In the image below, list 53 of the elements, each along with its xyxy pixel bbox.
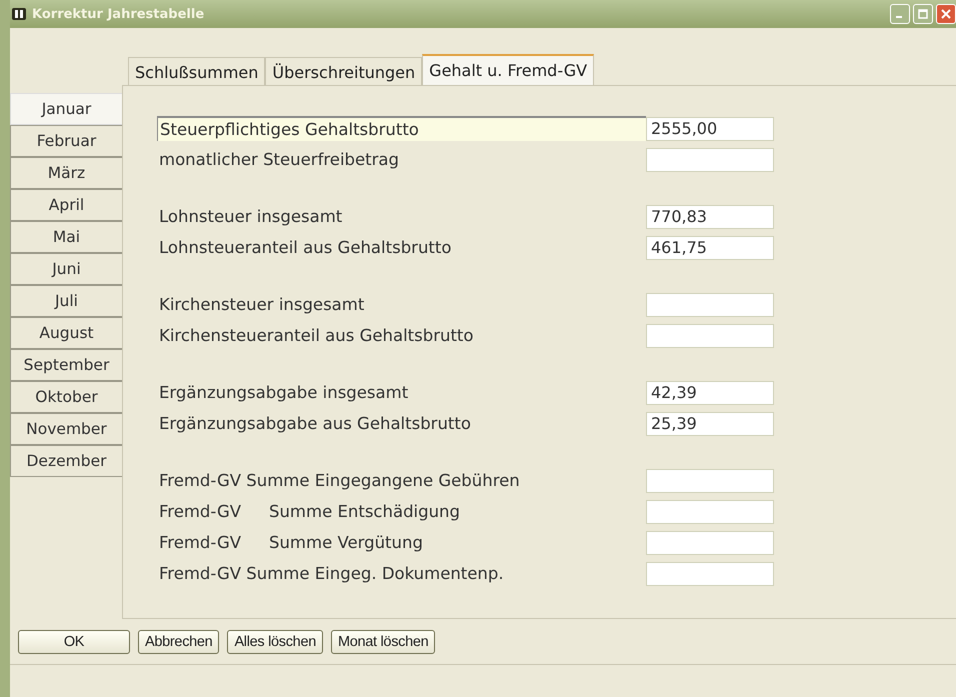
label-detail: Summe Vergütung — [269, 533, 423, 552]
input-field[interactable]: 42,39 — [646, 380, 774, 404]
input-field[interactable] — [646, 148, 774, 172]
field-label: Lohnsteueranteil aus Gehaltsbrutto — [158, 237, 452, 259]
app-icon — [12, 8, 26, 20]
input-field[interactable]: 25,39 — [646, 412, 774, 436]
input-field[interactable] — [646, 530, 774, 554]
month-tab[interactable]: August — [10, 317, 122, 349]
field-label: Ergänzungsabgabe aus Gehaltsbrutto — [158, 413, 472, 435]
dialog-button[interactable]: OK — [18, 630, 130, 654]
month-tab[interactable]: November — [10, 413, 122, 445]
field-label: Fremd-GV Summe Eingegangene Gebühren — [158, 470, 521, 492]
close-button[interactable] — [936, 4, 956, 24]
field-label: monatlicher Steuerfreibetrag — [158, 149, 400, 171]
input-field[interactable] — [646, 468, 774, 492]
field-label: Lohnsteuer insgesamt — [158, 206, 344, 228]
input-field[interactable]: 2555,00 — [646, 116, 774, 140]
month-tab[interactable]: Juni — [10, 253, 122, 285]
month-tab[interactable]: September — [10, 349, 122, 381]
label-detail: Summe Entschädigung — [269, 502, 460, 521]
minimize-button[interactable] — [890, 4, 910, 24]
input-field[interactable]: 770,83 — [646, 204, 774, 228]
maximize-button[interactable] — [913, 4, 933, 24]
month-tab[interactable]: Juli — [10, 285, 122, 317]
tab[interactable]: Gehalt u. Fremd-GV — [422, 54, 594, 85]
tab[interactable]: Überschreitungen — [265, 57, 422, 85]
tab[interactable]: Schlußsummen — [128, 57, 266, 85]
field-label: Steuerpflichtiges Gehaltsbrutto — [157, 116, 646, 141]
maximize-icon — [918, 9, 928, 19]
input-field[interactable] — [646, 292, 774, 316]
month-tab[interactable]: März — [10, 157, 122, 189]
input-field[interactable] — [646, 562, 774, 586]
field-label: Kirchensteueranteil aus Gehaltsbrutto — [158, 325, 474, 347]
month-tab[interactable]: Februar — [10, 125, 122, 157]
dialog-button[interactable]: Abbrechen — [138, 630, 220, 654]
month-tab[interactable]: Januar — [10, 93, 122, 125]
close-icon — [941, 9, 951, 19]
label-prefix: Fremd-GV — [159, 533, 242, 552]
label-prefix: Fremd-GV — [159, 502, 242, 521]
minimize-icon — [896, 16, 902, 18]
field-label: Ergänzungsabgabe insgesamt — [158, 382, 410, 404]
month-tab[interactable]: Oktober — [10, 381, 122, 413]
field-label: Fremd-GV Summe Eingeg. Dokumentenp. — [158, 563, 505, 585]
input-field[interactable]: 461,75 — [646, 236, 774, 260]
dialog-button[interactable]: Monat löschen — [330, 630, 436, 654]
month-tab[interactable]: Dezember — [10, 445, 122, 477]
input-field[interactable] — [646, 324, 774, 348]
window-title: Korrektur Jahrestabelle — [32, 6, 204, 22]
field-label: Kirchensteuer insgesamt — [158, 294, 366, 316]
dialog-button[interactable]: Alles löschen — [227, 630, 323, 654]
month-tab[interactable]: Mai — [10, 221, 122, 253]
input-field[interactable] — [646, 500, 774, 524]
month-tab[interactable]: April — [10, 189, 122, 221]
